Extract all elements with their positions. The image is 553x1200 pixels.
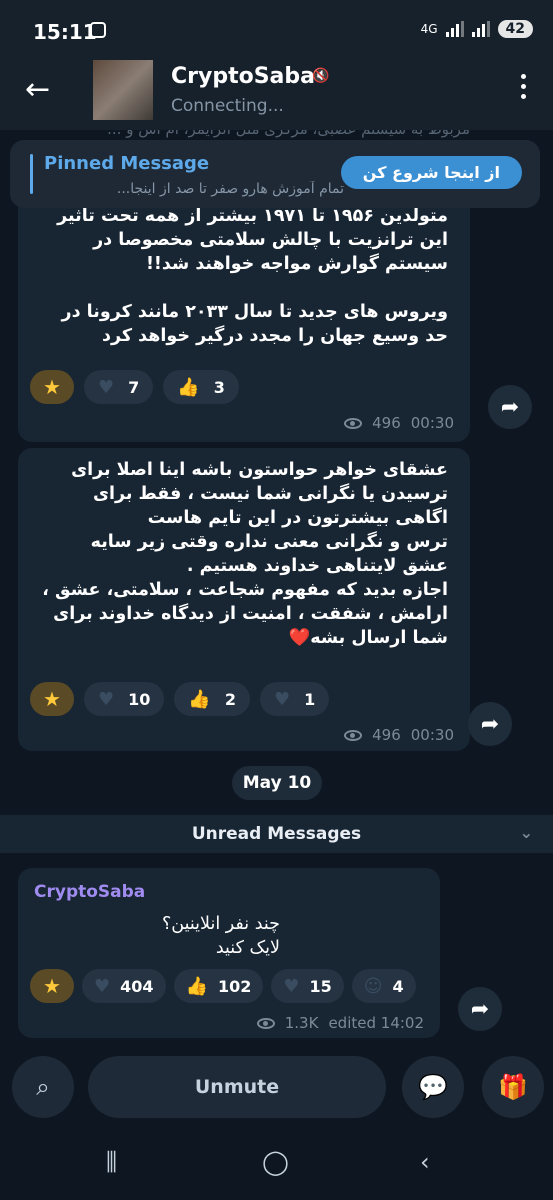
channel-status: Connecting... bbox=[171, 96, 284, 116]
date-separator: May 10 bbox=[232, 766, 322, 800]
message-bubble-2[interactable]: عشقای خواهر حواستون باشه اینا اصلا برای … bbox=[18, 448, 470, 751]
message-meta: 496 00:30 bbox=[344, 414, 454, 432]
search-icon: ⌕ bbox=[36, 1073, 50, 1101]
face-icon: ☺ bbox=[363, 975, 383, 997]
status-indicators: 4G 42 bbox=[421, 20, 533, 38]
system-nav-bar: ⫼ ◯ ‹ bbox=[0, 1122, 553, 1200]
back-arrow-icon[interactable]: ← bbox=[25, 75, 50, 105]
heart-icon: ♥ bbox=[98, 376, 115, 398]
message-time: 00:30 bbox=[410, 726, 454, 744]
muted-speaker-icon: 🔇 bbox=[312, 68, 330, 84]
message-time: edited 14:02 bbox=[328, 1014, 424, 1032]
heart-reaction-chip[interactable]: ♥ 404 bbox=[82, 969, 166, 1003]
pinned-action-button[interactable]: از اینجا شروع کن bbox=[340, 156, 522, 189]
sender-name[interactable]: CryptoSaba bbox=[34, 882, 145, 902]
gift-button[interactable]: 🎁 bbox=[482, 1056, 544, 1118]
channel-avatar[interactable] bbox=[93, 60, 153, 120]
views-eye-icon bbox=[256, 1017, 275, 1029]
share-button[interactable]: ➦ bbox=[468, 702, 512, 746]
thumbs-up-icon: 👍 bbox=[188, 688, 211, 710]
thumbs-up-icon: 👍 bbox=[185, 975, 208, 997]
heart-hands-reaction-chip[interactable]: ♥ 1 bbox=[259, 682, 330, 716]
gift-icon: 🎁 bbox=[498, 1073, 528, 1101]
search-button[interactable]: ⌕ bbox=[12, 1056, 74, 1118]
unread-label: Unread Messages bbox=[191, 824, 362, 844]
reactions: ★ ♥ 7 👍 3 bbox=[30, 370, 239, 404]
star-reaction-chip[interactable]: ★ bbox=[30, 682, 74, 716]
hidden-message-fragment: مربوط به سیستم عصبی، مرکزی مثل آلزایمر، … bbox=[30, 130, 470, 138]
message-bubble-3[interactable]: CryptoSaba چند نفر انلاینین؟ لایک کنید ★… bbox=[18, 868, 440, 1038]
heart-hands-icon: ♥ bbox=[273, 688, 291, 710]
unmute-button[interactable]: Unmute bbox=[88, 1056, 386, 1118]
view-count: 496 bbox=[372, 414, 401, 432]
discussion-button[interactable]: 💬 bbox=[402, 1056, 464, 1118]
screen-record-icon bbox=[90, 22, 106, 38]
chevron-down-icon[interactable]: ⌄ bbox=[520, 823, 533, 842]
view-count: 1.3K bbox=[284, 1014, 319, 1032]
views-eye-icon bbox=[344, 417, 363, 429]
views-eye-icon bbox=[344, 729, 363, 741]
thumbs-up-icon: 👍 bbox=[177, 376, 200, 398]
home-icon[interactable]: ◯ bbox=[262, 1148, 289, 1176]
reactions: ★ ♥ 10 👍 2 ♥ 1 bbox=[30, 682, 330, 716]
pinned-message-bar[interactable]: Pinned Message تمام آموزش هارو صفر تا صد… bbox=[10, 140, 540, 208]
reactions: ★ ♥ 404 👍 102 ♥ 15 ☺ 4 bbox=[30, 969, 416, 1003]
message-meta: 496 00:30 bbox=[344, 726, 454, 744]
share-button[interactable]: ➦ bbox=[458, 987, 502, 1031]
recents-icon[interactable]: ⫼ bbox=[106, 1148, 117, 1176]
share-button[interactable]: ➦ bbox=[488, 385, 532, 429]
unread-divider: Unread Messages ⌄ bbox=[0, 815, 553, 853]
message-text: عشقای خواهر حواستون باشه اینا اصلا برای … bbox=[42, 460, 448, 648]
pinned-label: Pinned Message bbox=[44, 153, 210, 174]
star-reaction-chip[interactable]: ★ bbox=[30, 969, 74, 1003]
message-text: متولدین ۱۹۵۶ تا ۱۹۷۱ بیشتر از همه تحت تا… bbox=[57, 206, 448, 346]
signal-icon bbox=[445, 21, 464, 37]
star-reaction-chip[interactable]: ★ bbox=[30, 370, 74, 404]
network-label: 4G bbox=[420, 22, 438, 36]
heart-reaction-chip[interactable]: ♥ 10 bbox=[84, 682, 165, 716]
heart-hands-icon: ♥ bbox=[283, 975, 300, 997]
more-options-icon[interactable] bbox=[521, 74, 527, 99]
message-time: 00:30 bbox=[410, 414, 454, 432]
chat-header: ← CryptoSaba 🔇 Connecting... bbox=[0, 50, 553, 130]
face-reaction-chip[interactable]: ☺ 4 bbox=[351, 969, 416, 1003]
message-bubble-1[interactable]: متولدین ۱۹۵۶ تا ۱۹۷۱ بیشتر از همه تحت تا… bbox=[18, 192, 470, 442]
heart-icon: ♥ bbox=[94, 975, 111, 997]
thumbs-up-reaction-chip[interactable]: 👍 2 bbox=[174, 682, 250, 716]
back-icon[interactable]: ‹ bbox=[420, 1148, 430, 1176]
channel-title[interactable]: CryptoSaba bbox=[171, 64, 315, 89]
bottom-bar: ⌕ Unmute 💬 🎁 bbox=[0, 1050, 553, 1122]
status-time: 15:11 bbox=[33, 20, 97, 44]
heart-icon: ♥ bbox=[98, 688, 115, 710]
chat-area[interactable]: مربوط به سیستم عصبی، مرکزی مثل آلزایمر، … bbox=[0, 130, 553, 1050]
view-count: 496 bbox=[372, 726, 401, 744]
chat-bubble-icon: 💬 bbox=[418, 1073, 448, 1101]
message-meta: 1.3K edited 14:02 bbox=[256, 1014, 424, 1032]
heart-reaction-chip[interactable]: ♥ 7 bbox=[84, 370, 154, 404]
thumbs-up-reaction-chip[interactable]: 👍 102 bbox=[173, 969, 264, 1003]
heart-hands-reaction-chip[interactable]: ♥ 15 bbox=[271, 969, 344, 1003]
signal-icon-2 bbox=[471, 21, 490, 37]
pinned-text: تمام آموزش هارو صفر تا صد از اینجا... bbox=[116, 181, 344, 197]
thumbs-up-reaction-chip[interactable]: 👍 3 bbox=[163, 370, 239, 404]
pin-indicator-bar bbox=[30, 154, 33, 194]
battery-indicator: 42 bbox=[497, 20, 533, 38]
